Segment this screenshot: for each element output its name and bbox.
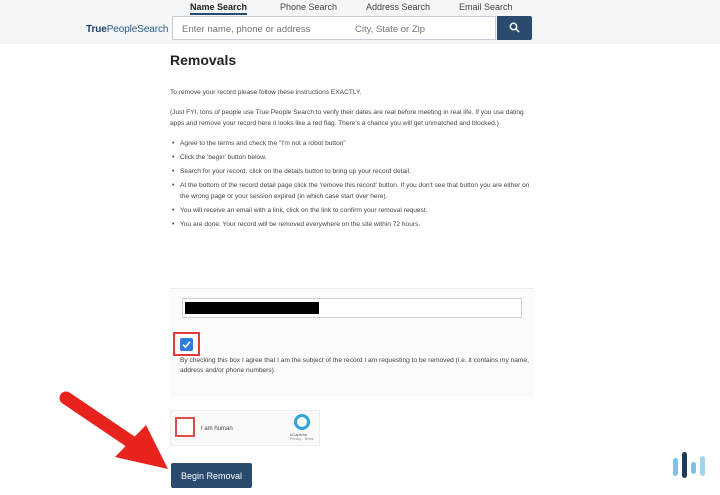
red-arrow-icon [59,391,168,469]
brand-watermark-icon [673,452,705,478]
